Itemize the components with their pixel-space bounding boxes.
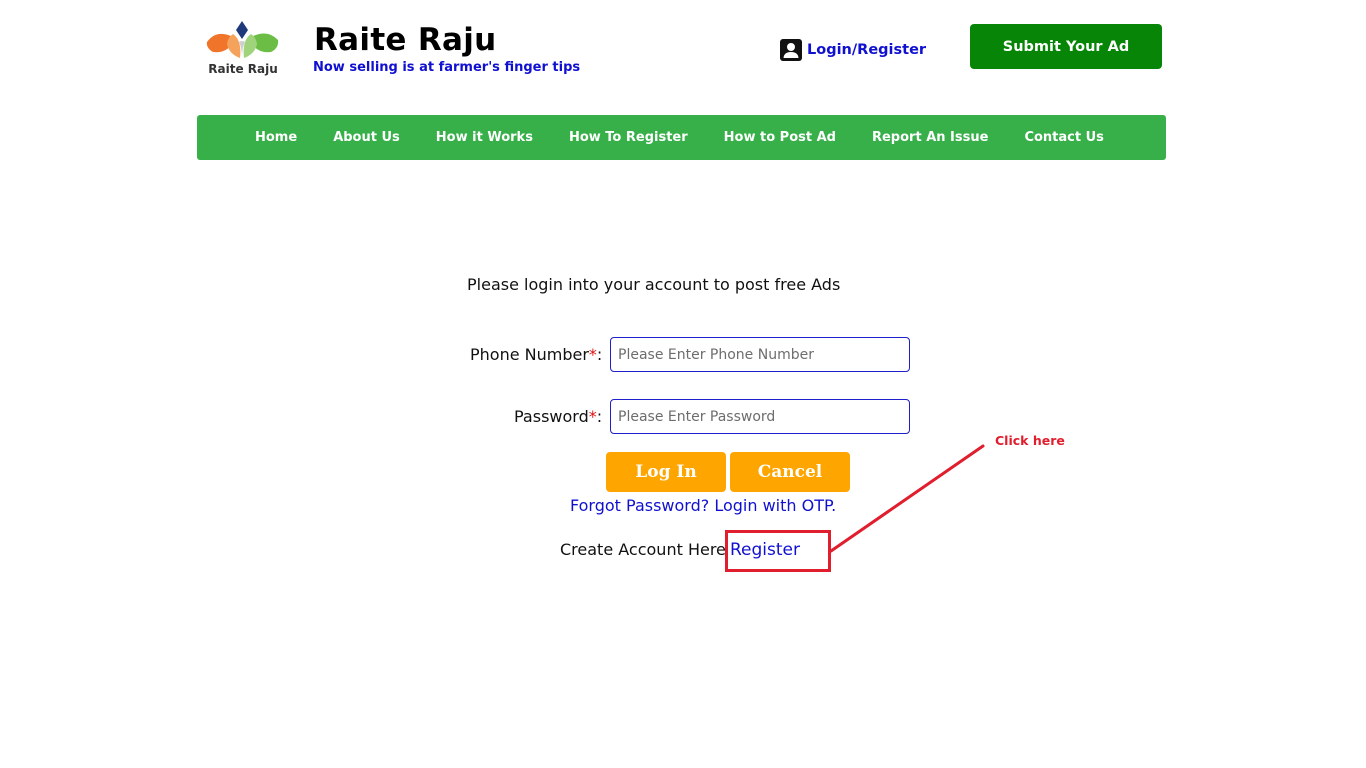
annotation-arrow-line bbox=[829, 444, 985, 553]
annotation-click-here: Click here bbox=[995, 433, 1065, 448]
